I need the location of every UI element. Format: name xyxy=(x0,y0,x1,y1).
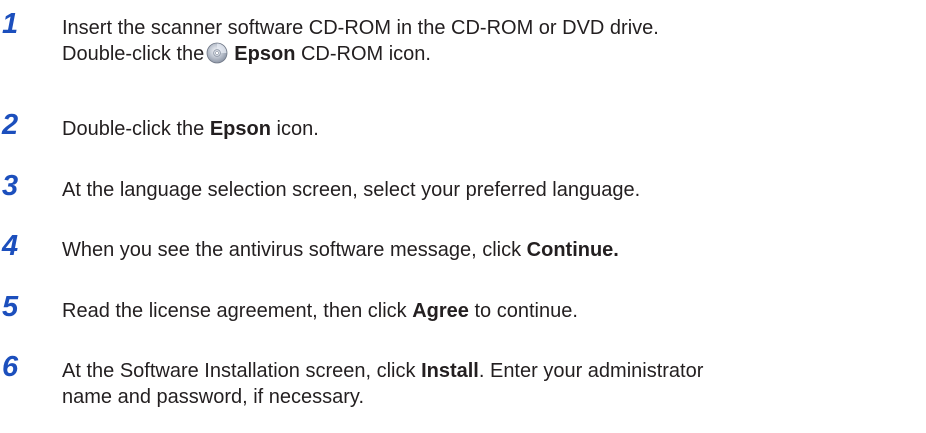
step-text: Read the license agreement, then click A… xyxy=(62,298,912,324)
step-text-plain: When you see the antivirus software mess… xyxy=(62,239,527,261)
step-number: 4 xyxy=(2,230,19,262)
step-text-plain: CD-ROM icon. xyxy=(295,43,431,65)
step-text-plain: Read the license agreement, then click xyxy=(62,300,413,322)
cd-rom-icon xyxy=(206,42,228,64)
step-text-plain: . Enter your administrator xyxy=(478,360,704,382)
step-text-plain: to continue. xyxy=(468,300,578,322)
step-text-line: Double-click the Epson CD-ROM icon. xyxy=(62,41,912,67)
step-text: Insert the scanner software CD-ROM in th… xyxy=(62,15,912,67)
step-text-line: Insert the scanner software CD-ROM in th… xyxy=(62,17,659,39)
step-text-bold: Epson xyxy=(209,118,271,140)
installation-steps: 1 Insert the scanner software CD-ROM in … xyxy=(0,0,926,433)
step-text-bold: Agree xyxy=(412,300,469,322)
step-text-line: name and password, if necessary. xyxy=(62,386,365,408)
step-text-plain: At the language selection screen, select… xyxy=(62,179,641,201)
step-number: 3 xyxy=(2,170,19,202)
step-text-bold: Epson xyxy=(234,43,296,65)
step-text-bold: Install xyxy=(421,360,479,382)
step-number: 2 xyxy=(2,109,19,141)
step-text-plain: Double-click the xyxy=(62,118,210,140)
step-text-plain: icon. xyxy=(270,118,319,140)
step-text-plain: At the Software Installation screen, cli… xyxy=(62,360,422,382)
step-text: Double-click the Epson icon. xyxy=(62,116,912,142)
step-number: 6 xyxy=(2,351,19,383)
step-text: When you see the antivirus software mess… xyxy=(62,237,912,263)
step-number: 5 xyxy=(2,291,19,323)
step-text-bold: Continue. xyxy=(526,239,619,261)
step-text-plain: Double-click the xyxy=(62,43,205,65)
step-text-line: At the Software Installation screen, cli… xyxy=(62,358,912,384)
step-text: At the language selection screen, select… xyxy=(62,177,912,203)
step-text: At the Software Installation screen, cli… xyxy=(62,358,912,410)
step-number: 1 xyxy=(2,8,19,40)
